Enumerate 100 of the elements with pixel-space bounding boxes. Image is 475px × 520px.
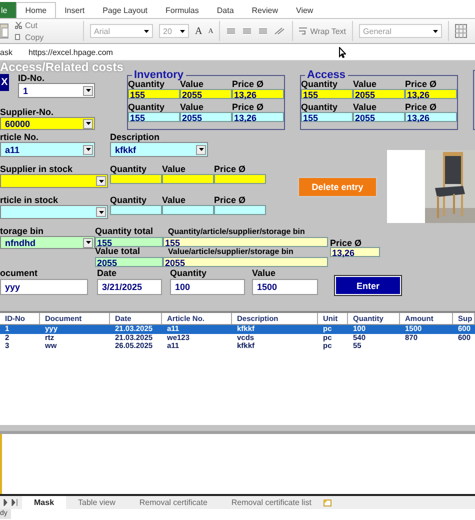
wrap-text-button[interactable]: Wrap Text — [299, 26, 346, 36]
input-field[interactable]: 100 — [170, 279, 245, 295]
field-label: ID-No. — [18, 74, 46, 83]
form-title: Access/Related costs — [0, 61, 124, 74]
mouse-pointer-icon — [338, 46, 346, 58]
ribbon-tab[interactable]: Data — [208, 2, 243, 18]
caret-icon — [198, 148, 204, 151]
scissors-icon — [15, 22, 22, 28]
sheet-tab[interactable]: Removal certificate list — [219, 496, 324, 509]
input-field[interactable]: 13,26 — [232, 112, 284, 122]
input-field[interactable]: 2055 — [180, 89, 232, 99]
input-field[interactable]: 2055 — [163, 257, 328, 267]
input-field[interactable] — [162, 174, 214, 184]
input-field[interactable]: 13,26 — [330, 247, 380, 257]
field-label: Quantity — [301, 80, 339, 89]
field-label: Quantity total — [95, 227, 154, 236]
caret-icon — [86, 241, 90, 244]
grow-font-button[interactable]: A — [195, 26, 202, 36]
ribbon-tab[interactable]: View — [287, 2, 322, 18]
field-label: Supplier in stock — [0, 165, 74, 174]
caret-icon — [98, 180, 104, 182]
field-label: Price Ø — [329, 237, 363, 246]
table-icon[interactable] — [455, 24, 468, 38]
caret-icon — [86, 148, 90, 151]
field-label: Value — [180, 103, 205, 112]
input-field[interactable]: 155 — [128, 89, 180, 99]
field-label: Value — [353, 103, 378, 112]
input-field[interactable]: 1500 — [252, 279, 318, 295]
caret-icon — [180, 30, 185, 32]
copy-button[interactable]: Copy — [15, 32, 77, 42]
new-sheet-icon[interactable] — [323, 498, 334, 506]
sheet-tab[interactable]: Removal certificate — [127, 496, 220, 509]
combo-box[interactable]: nfndhd — [0, 236, 95, 249]
dropdown-button[interactable] — [83, 238, 93, 248]
ribbon-tab[interactable]: Insert — [56, 2, 94, 18]
dropdown-button[interactable] — [83, 118, 93, 128]
dropdown-button[interactable] — [83, 144, 93, 154]
ribbon-tab[interactable]: Review — [242, 2, 288, 18]
field-label: rticle No. — [0, 133, 40, 142]
ribbon-tab[interactable]: Formulas — [156, 2, 208, 18]
field-label: Value/article/supplier/storage bin — [167, 247, 294, 256]
field-label: Price Ø — [214, 165, 247, 174]
sheet-tab[interactable]: Table view — [66, 496, 128, 509]
dropdown-button[interactable] — [96, 176, 106, 186]
ribbon-tab[interactable]: Page Layout — [94, 2, 157, 18]
input-field[interactable] — [214, 205, 266, 215]
input-field[interactable]: 2055 — [353, 112, 405, 122]
combo-box[interactable]: 1 — [18, 83, 95, 98]
field-label: Date — [97, 269, 118, 279]
sheet-tab[interactable]: Mask — [22, 496, 66, 509]
close-button[interactable]: X — [0, 74, 9, 91]
ribbon-tab[interactable]: Home — [16, 2, 56, 18]
dropdown-button[interactable] — [96, 207, 106, 217]
input-field[interactable]: 155 — [95, 237, 163, 247]
input-field[interactable]: 13,26 — [232, 89, 284, 99]
file-tab[interactable]: le — [0, 2, 16, 18]
paste-icon[interactable] — [0, 22, 9, 40]
wrap-icon — [299, 27, 308, 35]
input-field[interactable] — [110, 205, 162, 215]
caret-icon — [86, 122, 90, 125]
input-field[interactable]: 155 — [163, 237, 328, 247]
field-label: Quantity — [170, 269, 208, 279]
field-label: torage bin — [0, 227, 45, 236]
field-label: Value — [353, 80, 378, 89]
cut-button[interactable]: Cut — [15, 20, 77, 30]
align-icon[interactable] — [258, 28, 268, 34]
group-title: Inventory — [134, 70, 184, 80]
combo-box[interactable]: a11 — [0, 142, 95, 157]
input-field[interactable]: 3/21/2025 — [97, 279, 162, 295]
field-label: Price Ø — [214, 196, 247, 205]
dropdown-button[interactable] — [83, 86, 93, 96]
combo-box[interactable]: 60000 — [0, 117, 95, 130]
align-icon[interactable] — [242, 28, 252, 34]
caret-icon — [433, 30, 438, 32]
field-label: Value total — [95, 247, 142, 256]
combo-box[interactable]: kfkkf — [110, 142, 208, 157]
caret-icon — [144, 30, 149, 32]
align-icon[interactable] — [226, 28, 236, 34]
name-box[interactable]: ask — [0, 48, 12, 56]
input-field[interactable] — [110, 174, 162, 184]
input-field[interactable] — [214, 174, 266, 184]
orientation-icon[interactable] — [274, 27, 286, 35]
field-label: Quantity — [128, 80, 165, 89]
input-field[interactable]: 13,26 — [405, 89, 457, 99]
input-field[interactable]: 2055 — [353, 89, 405, 99]
caret-icon — [98, 210, 104, 214]
input-field[interactable]: 2055 — [95, 257, 163, 267]
field-label: Price Ø — [232, 80, 265, 89]
input-field[interactable]: 2055 — [180, 112, 232, 122]
input-field[interactable]: 155 — [301, 112, 353, 122]
input-field[interactable]: 155 — [301, 89, 353, 99]
formula-field[interactable]: https://excel.hpage.com — [28, 48, 113, 56]
field-label: Value — [162, 165, 187, 174]
dropdown-button[interactable] — [196, 144, 206, 154]
input-field[interactable]: yyy — [0, 279, 88, 295]
input-field[interactable] — [162, 205, 214, 215]
field-label: Quantity — [110, 165, 148, 174]
input-field[interactable]: 155 — [128, 112, 180, 122]
enter-button[interactable]: Enter — [335, 276, 401, 295]
input-field[interactable]: 13,26 — [405, 112, 457, 122]
